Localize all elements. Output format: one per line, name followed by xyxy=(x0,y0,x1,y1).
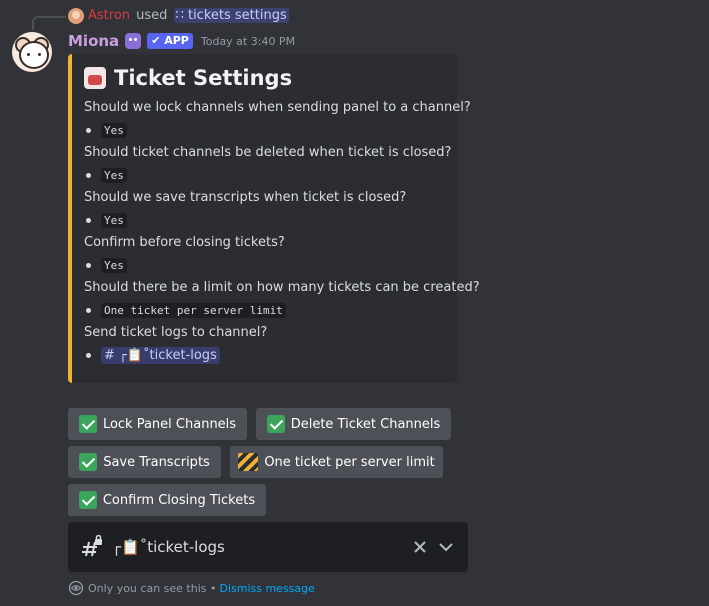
field-question: Send ticket logs to channel? xyxy=(84,325,268,340)
field-answer: Yes xyxy=(84,117,441,143)
save-transcripts-button[interactable]: Save Transcripts xyxy=(68,446,221,478)
field-answer: One ticket per server limit xyxy=(84,297,441,323)
answer-code: Yes xyxy=(101,258,127,273)
lock-panel-channels-button[interactable]: Lock Panel Channels xyxy=(68,408,247,440)
button-label: Delete Ticket Channels xyxy=(290,416,441,432)
check-icon xyxy=(78,491,97,509)
check-icon xyxy=(266,415,285,433)
avatar[interactable] xyxy=(12,32,52,72)
bear-face-icon xyxy=(19,41,49,69)
check-icon xyxy=(78,415,97,433)
field-answer: Yes xyxy=(84,252,441,278)
select-value: ┌📋˚ticket-logs xyxy=(112,538,225,556)
username[interactable]: Miona xyxy=(68,32,119,50)
answer-code: One ticket per server limit xyxy=(101,303,286,318)
chevron-down-icon[interactable] xyxy=(436,537,456,557)
field-answer: Yes xyxy=(84,207,441,233)
field-question: Should ticket channels be deleted when t… xyxy=(84,145,452,160)
button-label: Lock Panel Channels xyxy=(102,416,237,432)
field-answer: # ┌📋˚ticket-logs xyxy=(84,342,441,368)
message-header: Miona ✔ APP Today at 3:40 PM xyxy=(68,31,295,51)
button-label: Save Transcripts xyxy=(103,454,210,470)
answer-code: Yes xyxy=(101,123,127,138)
ephemeral-note: Only you can see this • xyxy=(88,581,217,595)
dismiss-message-link[interactable]: Dismiss message xyxy=(219,582,314,595)
timestamp: Today at 3:40 PM xyxy=(200,34,296,48)
app-tag: ✔ APP xyxy=(147,33,193,49)
check-icon xyxy=(79,453,98,471)
bot-emoji-icon xyxy=(125,33,142,49)
embed-title-text: Ticket Settings xyxy=(114,66,293,90)
command-chip[interactable]: ∷ tickets settings xyxy=(173,8,289,23)
delete-ticket-channels-button[interactable]: Delete Ticket Channels xyxy=(256,408,451,440)
reply-context: Astron used ∷ tickets settings xyxy=(88,7,289,25)
field-question: Should we lock channels when sending pan… xyxy=(84,100,471,115)
clear-icon[interactable] xyxy=(410,537,430,557)
ticket-emoji-icon xyxy=(84,67,106,89)
reply-used-text: used xyxy=(136,8,168,23)
embed-title: Ticket Settings xyxy=(84,66,441,90)
field-answer: Yes xyxy=(84,162,441,188)
reply-username[interactable]: Astron xyxy=(88,8,130,23)
settings-embed: Ticket Settings Should we lock channels … xyxy=(68,54,480,383)
channel-select[interactable]: ┌📋˚ticket-logs xyxy=(68,522,468,572)
locked-channel-icon xyxy=(80,535,104,559)
eye-icon xyxy=(68,580,84,596)
ephemeral-footer: Only you can see this • Dismiss message xyxy=(68,580,315,596)
field-question: Should we save transcripts when ticket i… xyxy=(84,190,407,205)
button-label: Confirm Closing Tickets xyxy=(102,492,256,508)
reply-connector xyxy=(32,16,66,30)
answer-code: Yes xyxy=(101,168,127,183)
channel-mention[interactable]: # ┌📋˚ticket-logs xyxy=(101,347,220,364)
field-question: Confirm before closing tickets? xyxy=(84,235,285,250)
field-question: Should there be a limit on how many tick… xyxy=(84,280,480,295)
confirm-closing-tickets-button[interactable]: Confirm Closing Tickets xyxy=(68,484,266,516)
answer-code: Yes xyxy=(101,213,127,228)
ticket-limit-button[interactable]: One ticket per server limit xyxy=(230,446,443,478)
construction-icon xyxy=(238,453,259,471)
button-label: One ticket per server limit xyxy=(264,454,435,470)
reply-avatar[interactable] xyxy=(68,8,84,24)
